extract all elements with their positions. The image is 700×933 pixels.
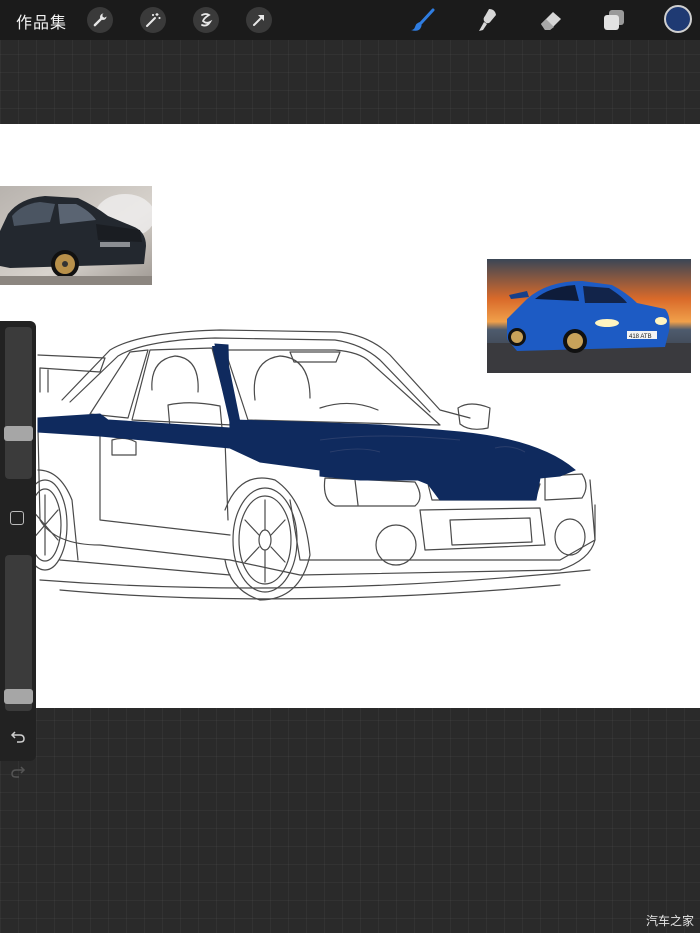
redo-icon[interactable]	[8, 761, 28, 781]
selection-icon[interactable]	[193, 7, 219, 33]
smudge-icon[interactable]	[473, 6, 501, 34]
drawing-canvas[interactable]: 418 ATB	[0, 124, 700, 708]
top-toolbar: 作品集	[0, 0, 700, 40]
transform-arrow-icon[interactable]	[246, 7, 272, 33]
opacity-slider[interactable]	[4, 555, 33, 711]
wrench-icon[interactable]	[87, 7, 113, 33]
color-picker-swatch[interactable]	[664, 5, 692, 33]
car-sketch-drawing	[22, 329, 596, 601]
left-sidebar	[0, 321, 36, 778]
brush-size-thumb[interactable]	[4, 425, 33, 441]
opacity-thumb[interactable]	[4, 688, 33, 704]
magic-wand-icon[interactable]	[140, 7, 166, 33]
blue-paint-layer	[37, 343, 576, 501]
layers-icon[interactable]	[600, 6, 628, 34]
eraser-icon[interactable]	[537, 6, 565, 34]
watermark-text: 汽车之家	[645, 914, 694, 928]
undo-icon[interactable]	[8, 726, 28, 746]
modify-button[interactable]	[10, 511, 24, 525]
brush-size-slider[interactable]	[4, 327, 33, 479]
gallery-button[interactable]: 作品集	[16, 9, 67, 33]
brush-icon[interactable]	[409, 6, 437, 34]
